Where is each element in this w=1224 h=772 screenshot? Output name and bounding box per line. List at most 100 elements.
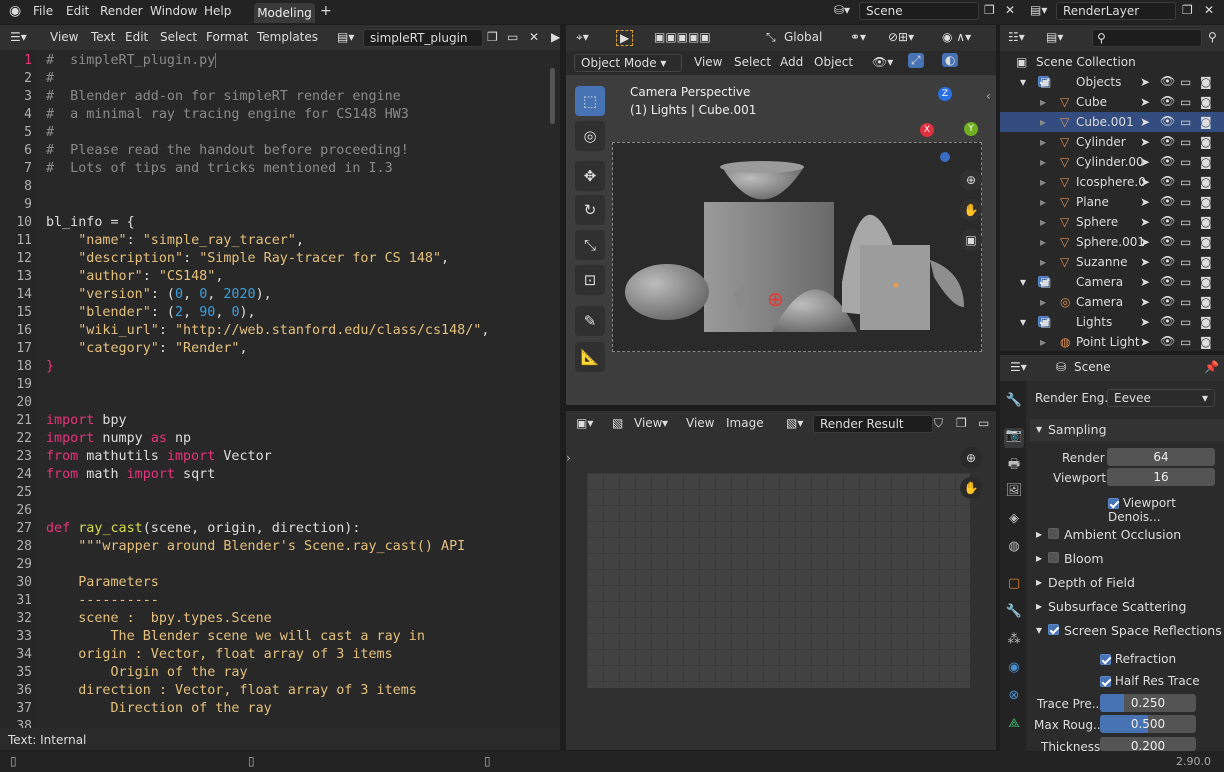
select-arrow-icon[interactable]: ➤ xyxy=(1140,195,1150,209)
property-panel-header[interactable]: ▸ Depth of Field xyxy=(1030,572,1224,594)
code-line[interactable]: The Blender scene we will cast a ray in xyxy=(46,628,424,646)
select-arrow-icon[interactable]: ➤ xyxy=(1140,215,1150,229)
image-copy-icon[interactable]: ❐ xyxy=(956,416,967,430)
outliner-row[interactable]: ▾ ▣ Lights ➤ 👁 ▭ ◙ xyxy=(1000,312,1224,332)
rotate-tool[interactable]: ↻ xyxy=(575,195,605,225)
transform-tool[interactable]: ⊡ xyxy=(575,265,605,295)
code-line[interactable]: from math import sqrt xyxy=(46,466,215,484)
menu-view[interactable]: View xyxy=(50,30,78,44)
code-line[interactable]: # Please read the handout before proceed… xyxy=(46,142,409,160)
expand-arrow-icon[interactable]: ▸ xyxy=(1040,295,1046,309)
outliner-row[interactable]: ▸ ▽ Cylinder ➤ 👁 ▭ ◙ xyxy=(1000,132,1224,152)
select-arrow-icon[interactable]: ➤ xyxy=(1140,235,1150,249)
eye-icon[interactable]: 👁 xyxy=(1160,114,1175,128)
expand-arrow-icon[interactable]: ▾ xyxy=(1020,275,1026,289)
collapse-sidebar-icon[interactable]: ‹ xyxy=(986,89,991,103)
image-browse-icon[interactable]: ▧▾ xyxy=(786,416,803,430)
select-arrow-icon[interactable]: ➤ xyxy=(1140,295,1150,309)
expand-arrow-icon[interactable]: ▸ xyxy=(1040,195,1046,209)
render-props-icon[interactable]: 📷 xyxy=(1004,428,1024,448)
scene-close-icon[interactable]: ✕ xyxy=(1005,3,1015,17)
select-tool-icon[interactable]: ▶ xyxy=(616,30,634,46)
world-props-icon[interactable]: ◍ xyxy=(1004,539,1024,559)
proportional-icon[interactable]: ◉ ∧▾ xyxy=(942,30,971,44)
code-line[interactable]: # a minimal ray tracing engine for CS148… xyxy=(46,106,409,124)
select-arrow-icon[interactable]: ➤ xyxy=(1140,335,1150,349)
monitor-icon[interactable]: ▭ xyxy=(1180,335,1191,349)
outliner-row[interactable]: ▸ ▽ Suzanne ➤ 👁 ▭ ◙ xyxy=(1000,252,1224,272)
expand-arrow-icon[interactable]: ▸ xyxy=(1040,155,1046,169)
property-panel-header[interactable]: ▸ Ambient Occlusion xyxy=(1030,524,1224,546)
expand-arrow-icon[interactable]: ▾ xyxy=(1020,315,1026,329)
properties-type-icon[interactable]: ☰▾ xyxy=(1010,360,1027,374)
render-samples-field[interactable]: 64 xyxy=(1107,448,1215,466)
outliner-row[interactable]: ▸ ▽ Plane ➤ 👁 ▭ ◙ xyxy=(1000,192,1224,212)
select-arrow-icon[interactable]: ➤ xyxy=(1140,155,1150,169)
image-shield-icon[interactable]: ⛉ xyxy=(934,416,943,431)
monitor-icon[interactable]: ▭ xyxy=(1180,195,1191,209)
monitor-icon[interactable]: ▭ xyxy=(1180,215,1191,229)
eye-icon[interactable]: 👁 xyxy=(1160,134,1175,148)
snap-icon[interactable]: ⊘⊞▾ xyxy=(888,30,914,44)
eye-icon[interactable]: 👁 xyxy=(1160,214,1175,228)
axis-y-icon[interactable]: Y xyxy=(964,122,978,136)
code-line[interactable]: # xyxy=(46,70,54,88)
constraints-props-icon[interactable]: ⊗ xyxy=(1004,688,1024,708)
outliner-row[interactable]: ▸ ▽ Sphere ➤ 👁 ▭ ◙ xyxy=(1000,212,1224,232)
viewport-editor-type-icon[interactable]: ⌖▾ xyxy=(576,30,589,45)
menu-window[interactable]: Window xyxy=(150,4,197,18)
code-line[interactable]: "author": "CS148", xyxy=(46,268,223,286)
monitor-icon[interactable]: ▭ xyxy=(1180,115,1191,129)
code-line[interactable]: # Blender add-on for simpleRT render eng… xyxy=(46,88,401,106)
camera-render-icon[interactable]: ◙ xyxy=(1200,155,1212,169)
outliner-row[interactable]: ▸ ▽ Cube ➤ 👁 ▭ ◙ xyxy=(1000,92,1224,112)
camera-render-icon[interactable]: ◙ xyxy=(1200,135,1212,149)
select-box-tool[interactable]: ⬚ xyxy=(575,86,605,116)
code-line[interactable]: bl_info = { xyxy=(46,214,135,232)
viewport-samples-field[interactable]: 16 xyxy=(1107,468,1215,486)
render-layer-field[interactable]: RenderLayer xyxy=(1056,2,1176,20)
monitor-icon[interactable]: ▭ xyxy=(1180,175,1191,189)
image-pan-icon[interactable]: ✋ xyxy=(960,477,982,499)
code-line[interactable]: # simpleRT_plugin.py xyxy=(46,52,217,70)
modifier-props-icon[interactable]: 🔧 xyxy=(1004,604,1024,624)
code-line[interactable]: direction : Vector, float array of 3 ite… xyxy=(46,682,417,700)
object-props-icon[interactable]: ▢ xyxy=(1004,576,1024,596)
expand-arrow-icon[interactable]: ▸ xyxy=(1040,335,1046,349)
menu-help[interactable]: Help xyxy=(204,4,231,18)
output-props-icon[interactable]: 🖶 xyxy=(1004,455,1024,475)
blender-logo-icon[interactable]: ◉ xyxy=(9,3,21,19)
denoise-check-icon[interactable] xyxy=(1108,498,1119,509)
render-engine-dropdown[interactable]: Eevee ▾ xyxy=(1107,389,1215,407)
menu-text[interactable]: Text xyxy=(91,30,115,44)
expand-arrow-icon[interactable]: ▸ xyxy=(1040,235,1046,249)
panel-collapse-icon[interactable]: ▸ xyxy=(1036,575,1042,589)
visibility-icon[interactable]: 👁▾ xyxy=(872,55,893,69)
camera-render-icon[interactable]: ◙ xyxy=(1200,195,1212,209)
half-res-checkbox[interactable]: Half Res Trace xyxy=(1100,674,1200,688)
eye-icon[interactable]: 👁 xyxy=(1160,154,1175,168)
scene-copy-icon[interactable]: ❐ xyxy=(984,3,995,17)
data-props-icon[interactable]: ⟁ xyxy=(1004,716,1024,736)
select-arrow-icon[interactable]: ➤ xyxy=(1140,75,1150,89)
eye-icon[interactable]: 👁 xyxy=(1160,274,1175,288)
eye-icon[interactable]: 👁 xyxy=(1160,334,1175,348)
monitor-icon[interactable]: ▭ xyxy=(1180,235,1191,249)
transform-orientation[interactable]: Global xyxy=(784,30,822,44)
camera-render-icon[interactable]: ◙ xyxy=(1200,75,1212,89)
image-editor[interactable]: ⊕ ✋ › xyxy=(566,437,996,750)
scene-props-icon[interactable]: ⛁ xyxy=(1056,360,1066,374)
panel-check-icon[interactable] xyxy=(1048,552,1059,563)
monitor-icon[interactable]: ▭ xyxy=(1180,155,1191,169)
image-open-icon[interactable]: ▭ xyxy=(978,416,989,430)
text-editor[interactable]: 1 2 3 4 5 6 7 8 9 10 11 12 13 14 15 16 17 18 19 20 21 22 23 24 2… xyxy=(0,50,560,728)
annotate-tool[interactable]: ✎ xyxy=(575,306,605,336)
code-line[interactable]: origin : Vector, float array of 3 items xyxy=(46,646,392,664)
expand-arrow-icon[interactable]: ▸ xyxy=(1040,115,1046,129)
outliner-display-icon[interactable]: ▤▾ xyxy=(1046,30,1063,44)
eye-icon[interactable]: 👁 xyxy=(1160,74,1175,88)
image-menu-image[interactable]: Image xyxy=(726,416,764,430)
axis-z-icon[interactable]: Z xyxy=(938,87,952,101)
select-mode-icons[interactable]: ▣▣▣▣▣ xyxy=(654,30,711,44)
code-line[interactable]: # Lots of tips and tricks mentioned in I… xyxy=(46,160,393,178)
